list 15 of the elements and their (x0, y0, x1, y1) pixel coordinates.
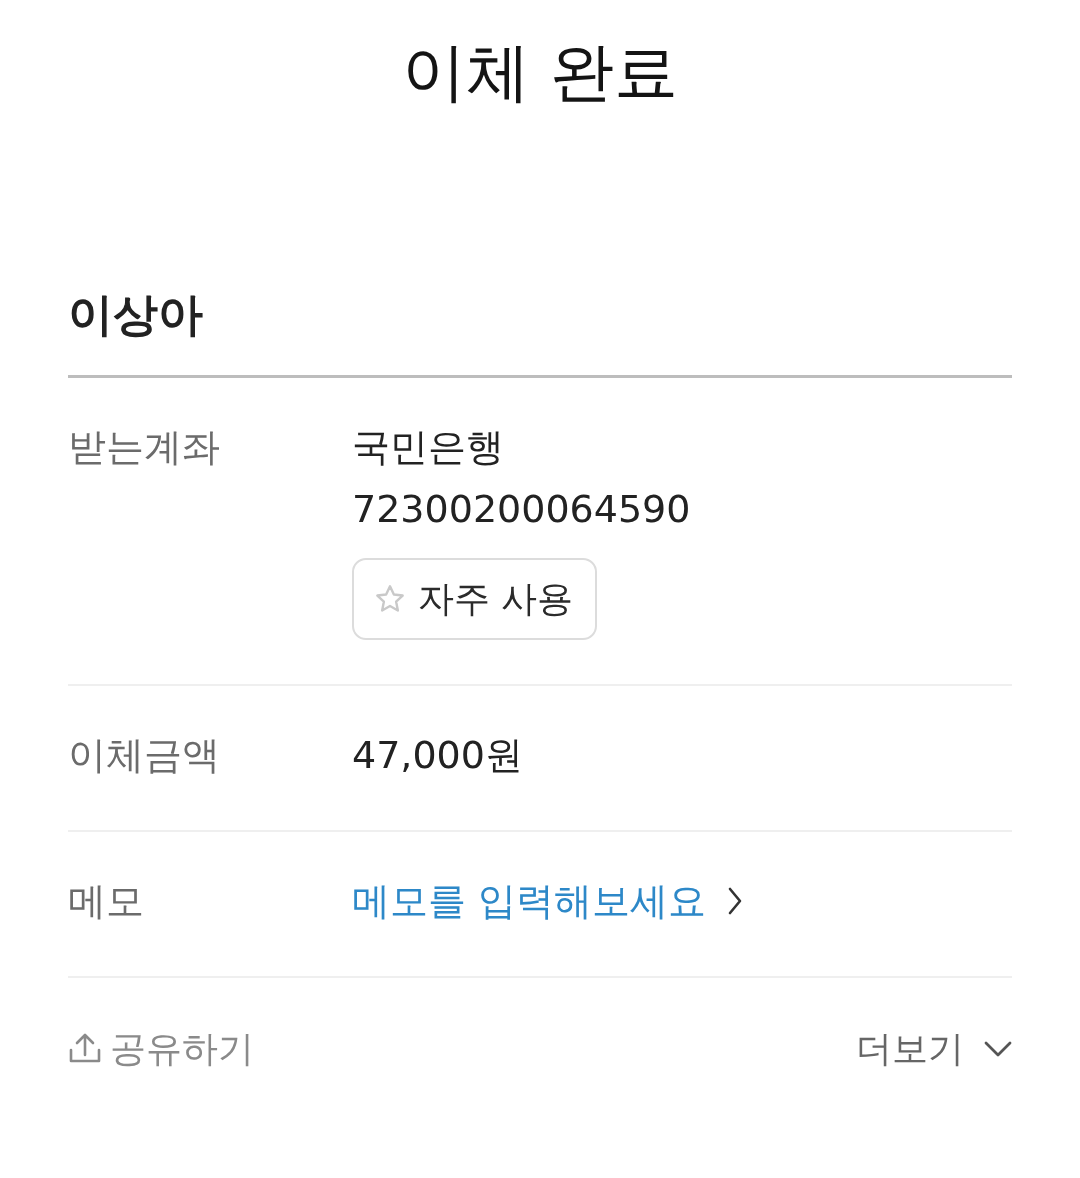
recipient-name: 이상아 (68, 287, 203, 343)
favorite-button[interactable]: 자주 사용 (352, 558, 598, 640)
chevron-right-icon (728, 887, 743, 915)
account-number: 72300200064590 (352, 486, 691, 533)
chevron-down-icon (984, 1041, 1012, 1057)
detail-label: 메모 (68, 878, 144, 925)
bank-name: 국민은행 (352, 424, 504, 471)
detail-label: 이체금액 (68, 732, 220, 779)
detail-label: 받는계좌 (68, 424, 220, 471)
page-title: 이체 완료 (401, 34, 679, 111)
memo-link[interactable]: 메모를 입력해보세요 (352, 870, 743, 932)
share-icon (68, 1033, 102, 1065)
share-button[interactable]: 공유하기 (68, 1018, 254, 1080)
transfer-amount: 47,000원 (352, 732, 523, 779)
more-button[interactable]: 더보기 (856, 1018, 1012, 1080)
